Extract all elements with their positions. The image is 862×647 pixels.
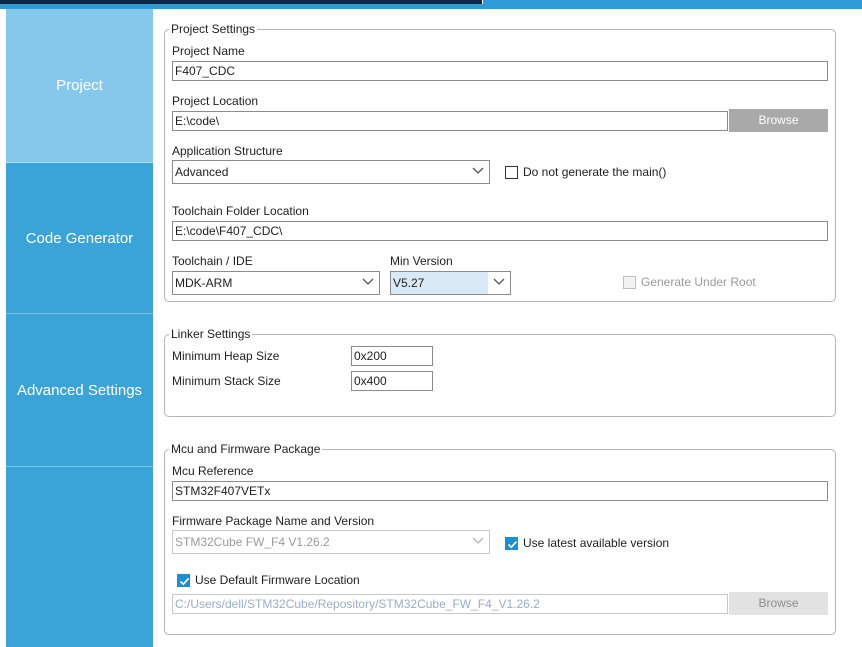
chevron-down-icon (467, 161, 489, 183)
firmware-package-select: STM32Cube FW_F4 V1.26.2 (172, 530, 490, 554)
application-structure-select[interactable]: Advanced (172, 160, 490, 184)
application-structure-value: Advanced (175, 165, 229, 179)
browse-location-button[interactable]: Browse (729, 109, 828, 132)
linker-settings-group: Linker Settings Minimum Heap Size 0x200 … (164, 327, 836, 417)
top-bar-dark-strip (0, 0, 482, 4)
do-not-generate-main-label: Do not generate the main() (523, 165, 667, 179)
chevron-down-icon (357, 272, 379, 294)
checkbox-box-checked[interactable] (177, 573, 190, 587)
firmware-package-value: STM32Cube FW_F4 V1.26.2 (175, 535, 330, 549)
project-name-label: Project Name (172, 44, 245, 58)
browse-firmware-button: Browse (729, 592, 828, 615)
generate-under-root-label: Generate Under Root (641, 275, 756, 289)
project-name-input[interactable]: F407_CDC (172, 61, 828, 81)
min-version-select[interactable]: V5.27 (390, 271, 511, 295)
sidebar-empty-area (6, 467, 153, 647)
checkbox-box[interactable] (505, 165, 518, 179)
use-default-firmware-location-checkbox[interactable]: Use Default Firmware Location (177, 573, 360, 587)
use-default-firmware-location-label: Use Default Firmware Location (195, 573, 360, 587)
chevron-down-icon (488, 272, 510, 294)
minimum-stack-size-input[interactable]: 0x400 (351, 371, 433, 391)
check-icon (179, 577, 190, 585)
minimum-heap-size-label: Minimum Heap Size (172, 349, 280, 363)
project-location-input[interactable]: E:\code\ (172, 111, 728, 131)
firmware-location-input: C:/Users/dell/STM32Cube/Repository/STM32… (172, 594, 728, 614)
toolchain-ide-value: MDK-ARM (175, 276, 233, 290)
chevron-down-icon (467, 531, 489, 553)
mcu-firmware-group: Mcu and Firmware Package Mcu Reference S… (164, 442, 836, 635)
toolchain-folder-input[interactable]: E:\code\F407_CDC\ (172, 221, 828, 241)
sidebar-tab-code-generator[interactable]: Code Generator (6, 163, 153, 314)
toolchain-ide-label: Toolchain / IDE (172, 254, 253, 268)
firmware-package-label: Firmware Package Name and Version (172, 514, 375, 528)
toolchain-ide-select[interactable]: MDK-ARM (172, 271, 380, 295)
project-settings-legend: Project Settings (169, 22, 258, 36)
checkbox-box (623, 275, 636, 289)
top-bar (0, 0, 862, 9)
toolchain-folder-label: Toolchain Folder Location (172, 204, 309, 218)
sidebar-tab-project[interactable]: Project (6, 9, 153, 163)
project-location-label: Project Location (172, 94, 259, 108)
min-version-label: Min Version (390, 254, 453, 268)
generate-under-root-checkbox: Generate Under Root (623, 275, 756, 289)
minimum-heap-size-input[interactable]: 0x200 (351, 346, 433, 366)
use-latest-version-checkbox[interactable]: Use latest available version (505, 536, 669, 550)
minimum-stack-size-label: Minimum Stack Size (172, 374, 281, 388)
top-bar-separator (482, 0, 483, 4)
mcu-reference-label: Mcu Reference (172, 464, 254, 478)
do-not-generate-main-checkbox[interactable]: Do not generate the main() (505, 165, 666, 179)
application-structure-label: Application Structure (172, 144, 283, 158)
linker-settings-legend: Linker Settings (169, 327, 253, 341)
sidebar-tab-advanced-settings[interactable]: Advanced Settings (6, 314, 153, 467)
check-icon (507, 540, 518, 548)
mcu-firmware-legend: Mcu and Firmware Package (169, 442, 323, 456)
sidebar: Project Code Generator Advanced Settings (6, 9, 153, 647)
project-settings-group: Project Settings Project Name F407_CDC P… (164, 22, 836, 302)
use-latest-version-label: Use latest available version (523, 536, 670, 550)
checkbox-box-checked[interactable] (505, 536, 518, 550)
min-version-value: V5.27 (393, 276, 425, 290)
mcu-reference-input[interactable]: STM32F407VETx (172, 481, 828, 501)
